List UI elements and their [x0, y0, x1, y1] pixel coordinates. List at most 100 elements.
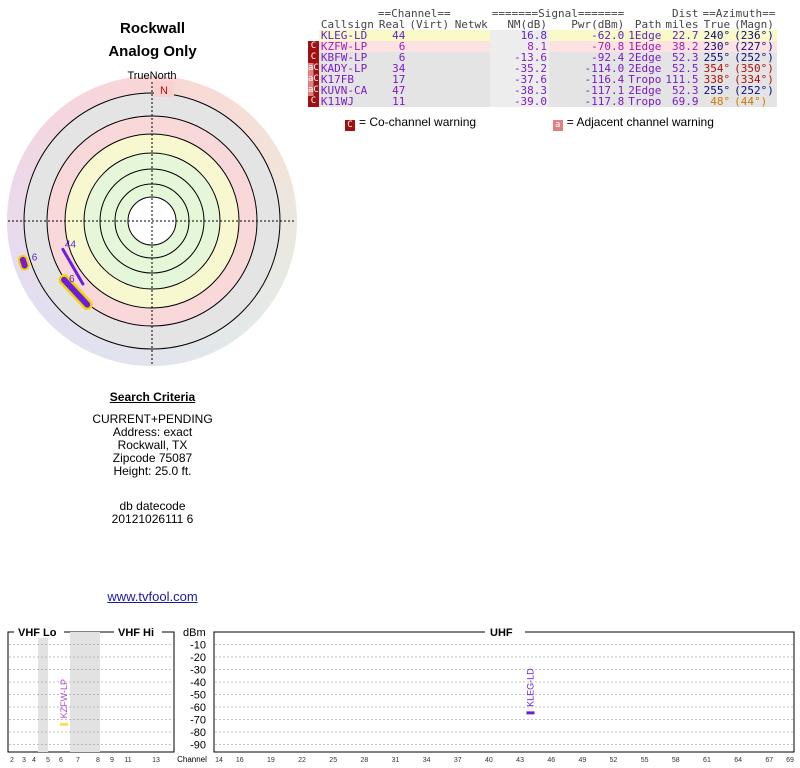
warning-marker: aC	[308, 85, 319, 96]
cell-netwk	[452, 52, 490, 63]
cell-netwk	[452, 85, 490, 96]
vhf-gap-shade	[38, 632, 48, 752]
channel-tick: 6	[59, 757, 63, 764]
station-marker-label: 44	[65, 239, 77, 250]
channel-tick: 43	[516, 757, 524, 764]
north-label: N	[160, 85, 168, 97]
uhf-panel	[213, 631, 795, 753]
channel-tick: 34	[423, 757, 431, 764]
cell-miles: 69.9	[663, 96, 701, 107]
channel-axis-label: Channel	[177, 755, 207, 764]
cell-callsign: K11WJ	[318, 96, 376, 107]
channel-tick: 3	[22, 757, 26, 764]
co-channel-label: = Co-channel warning	[359, 115, 477, 129]
cell-netwk	[452, 74, 490, 85]
channel-tick: 61	[703, 757, 711, 764]
dbm-tick: -60	[190, 702, 206, 714]
criteria-line: Height: 25.0 ft.	[113, 464, 192, 478]
spectrum-chart: -10-20-30-40-50-60-70-80-90 VHF Lo VHF Hi d…	[7, 626, 795, 764]
channel-tick: 9	[110, 757, 114, 764]
dbm-tick: -30	[190, 665, 206, 677]
station-bar-label: KZFW-LP	[59, 679, 69, 718]
cell-virt	[407, 52, 453, 63]
warning-marker	[308, 30, 319, 41]
cell-virt	[407, 30, 453, 41]
cell-pwr: -117.8	[549, 96, 627, 107]
channel-tick: 7	[76, 757, 80, 764]
cell-true: 48°	[700, 96, 733, 107]
channel-tick: 16	[236, 757, 244, 764]
channel-tick: 31	[392, 757, 400, 764]
page-title: Rockwall	[119, 20, 186, 37]
station-bar	[526, 711, 535, 715]
channel-tick: 67	[765, 757, 773, 764]
dbm-tick: -20	[190, 652, 206, 664]
channel-tick: 8	[96, 757, 100, 764]
cell-netwk	[452, 30, 490, 41]
channel-tick: 25	[329, 757, 337, 764]
channel-tick: 58	[672, 757, 680, 764]
warning-legend: C = Co-channel warning a = Adjacent channe…	[345, 115, 714, 131]
cell-path: Tropo	[626, 95, 664, 108]
db-datecode-value: 20121026111 6	[111, 512, 194, 526]
channel-tick: 2	[10, 757, 14, 764]
cell-netwk	[452, 96, 490, 107]
dbm-tick: -50	[190, 690, 206, 702]
dbm-tick: -10	[190, 640, 206, 652]
table-row: C K11WJ 11 -39.0 -117.8 Tropo 69.9 48° (44°)	[308, 95, 778, 108]
channel-tick: 37	[454, 757, 462, 764]
dbm-tick: -40	[190, 677, 206, 689]
warning-marker: C	[308, 96, 319, 107]
db-datecode-label: db datecode	[119, 499, 186, 513]
cell-virt	[407, 96, 453, 107]
channel-tick: 5	[46, 757, 50, 764]
cell-virt	[407, 41, 453, 52]
dbm-tick: -90	[190, 740, 206, 752]
channel-tick: 4	[32, 757, 36, 764]
adjacent-channel-swatch: a	[552, 120, 563, 131]
channel-tick: 22	[298, 757, 306, 764]
true-north-label: TrueNorth	[127, 70, 176, 82]
col-netwk: Netwk	[454, 18, 488, 31]
dbm-tick: -80	[190, 727, 206, 739]
uhf-label: UHF	[490, 627, 513, 639]
criteria-heading: Search Criteria	[109, 390, 196, 404]
criteria-line: Zipcode 75087	[112, 451, 193, 465]
cell-netwk	[452, 41, 490, 52]
cell-virt	[407, 63, 453, 74]
station-bar-label: KLEG-LD	[525, 668, 535, 707]
co-channel-swatch: C	[345, 120, 355, 131]
channel-tick: 46	[547, 757, 555, 764]
tvfool-link[interactable]: www.tvfool.com	[107, 589, 197, 604]
polar-plot: TrueNorth N 6 44 6	[7, 70, 297, 366]
dbm-tick: -70	[190, 715, 206, 727]
warning-marker: C	[308, 52, 319, 63]
cell-magn: (44°)	[732, 96, 778, 107]
dbm-label: dBm	[183, 627, 206, 639]
warning-marker: aC	[308, 63, 319, 74]
warning-marker: aC	[308, 74, 319, 85]
station-bar	[60, 722, 68, 726]
cell-virt	[407, 74, 453, 85]
channel-tick: 13	[152, 757, 160, 764]
warning-marker: C	[308, 41, 319, 52]
channel-tick: 52	[610, 757, 618, 764]
channel-tick: 64	[734, 757, 742, 764]
criteria-line: CURRENT+PENDING	[92, 412, 213, 426]
cell-real: 11	[375, 96, 408, 107]
channel-tick: 11	[124, 757, 131, 764]
station-table: ==Channel== =======Signal======= Dist ==…	[308, 8, 778, 108]
vhf-lo-label: VHF Lo	[18, 627, 57, 639]
cell-virt	[407, 85, 453, 96]
criteria-line: Rockwall, TX	[117, 438, 188, 452]
vhf-gap-shade	[70, 632, 100, 752]
channel-tick: 69	[786, 757, 794, 764]
channel-tick: 40	[485, 757, 493, 764]
criteria-line: Address: exact	[112, 425, 193, 439]
adjacent-channel-label: = Adjacent channel warning	[566, 115, 714, 129]
station-marker-label: 6	[32, 253, 38, 264]
cell-netwk	[452, 63, 490, 74]
col-virt: (Virt)	[409, 18, 450, 31]
vhf-hi-label: VHF Hi	[118, 627, 154, 639]
channel-tick: 55	[641, 757, 649, 764]
